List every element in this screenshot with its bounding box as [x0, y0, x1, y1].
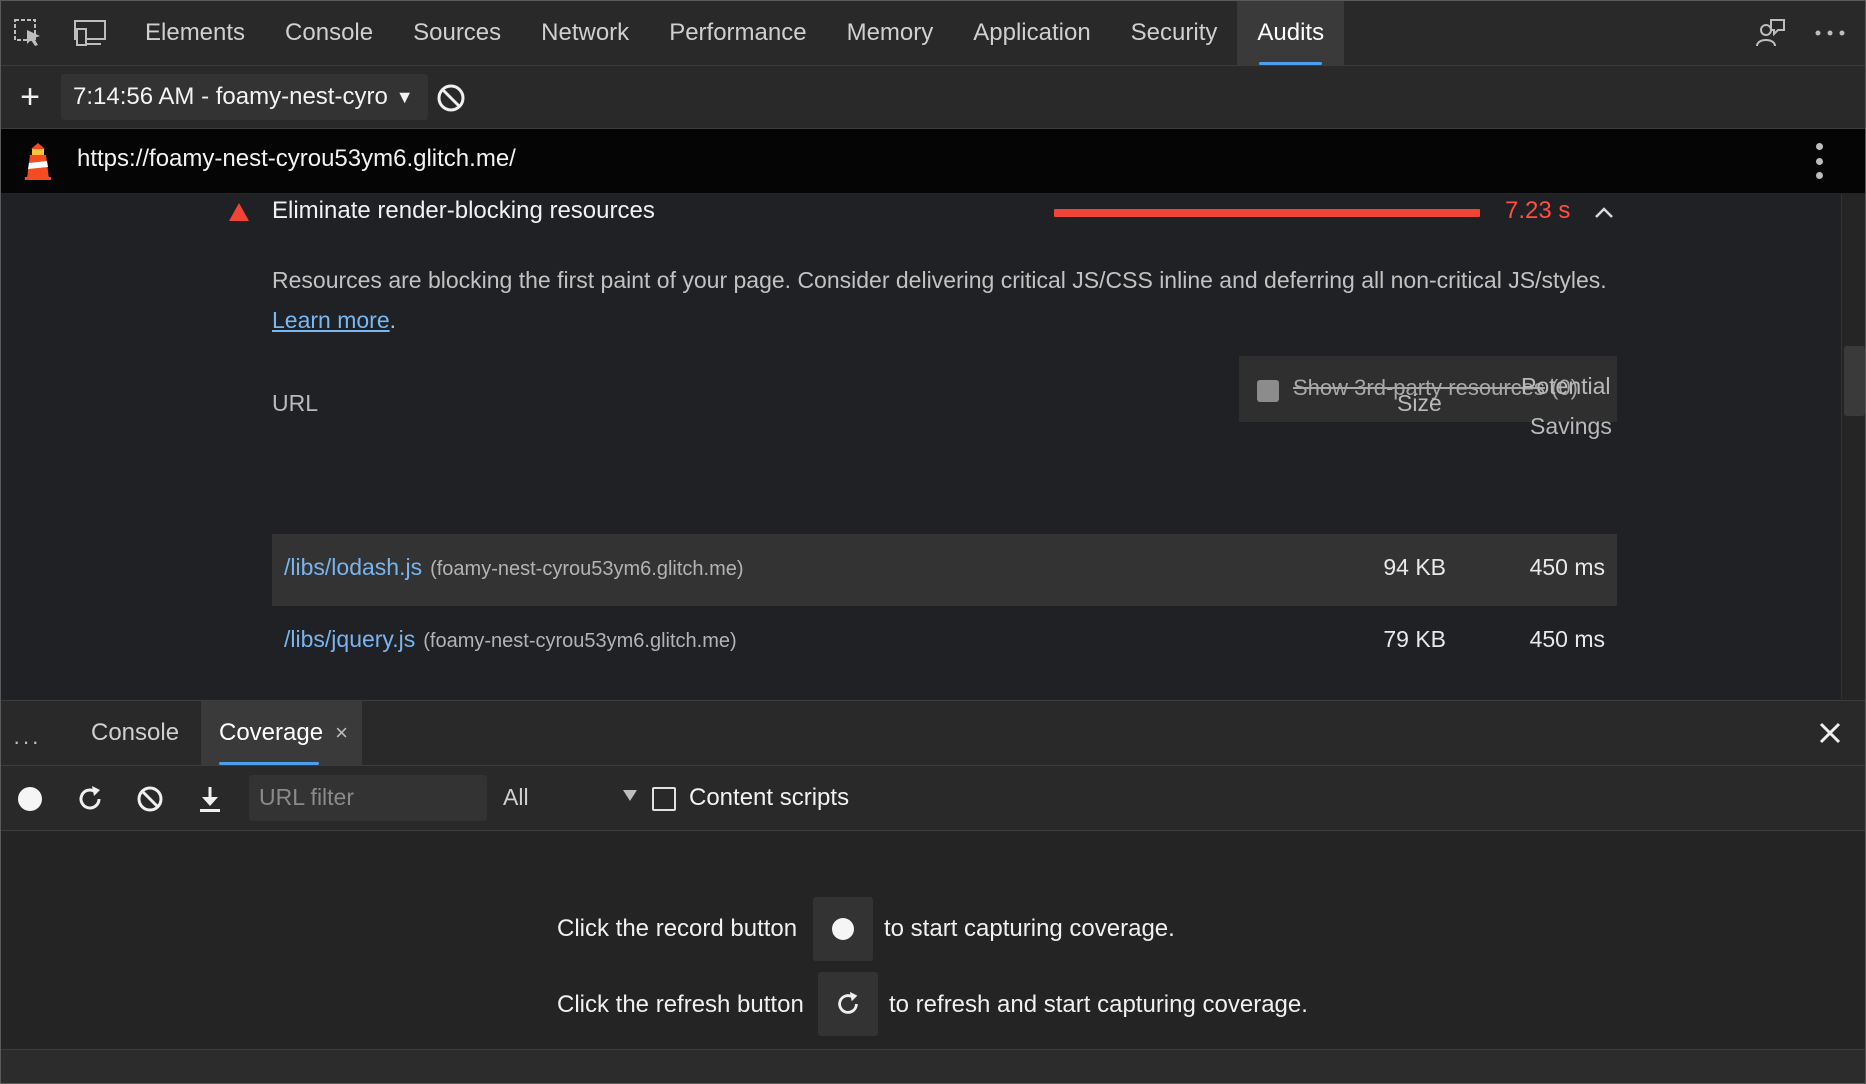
- drawer-tab-coverage[interactable]: Coverage ×: [201, 701, 362, 765]
- main-toolbar: Elements Console Sources Network Perform…: [1, 1, 1865, 66]
- row-url: /libs/jquery.js (foamy-nest-cyrou53ym6.gl…: [284, 626, 737, 653]
- column-header-savings-line2: Savings: [1530, 413, 1612, 439]
- fail-triangle-icon: [229, 203, 249, 221]
- more-options-icon[interactable]: [1811, 15, 1849, 51]
- report-scrollbar[interactable]: [1841, 194, 1865, 699]
- tab-application[interactable]: Application: [953, 1, 1110, 65]
- drawer-tab-coverage-label: Coverage: [219, 719, 324, 746]
- description-end: .: [389, 307, 397, 333]
- column-header-url: URL: [272, 390, 319, 416]
- row-url: /libs/lodash.js (foamy-nest-cyrou53ym6.gl…: [284, 554, 744, 581]
- report-scrollbar-thumb[interactable]: [1844, 346, 1865, 416]
- record-hint-after: to start capturing coverage.: [884, 915, 1175, 942]
- record-icon: [832, 918, 854, 940]
- coverage-status-bar: [1, 1049, 1865, 1083]
- device-toolbar-icon[interactable]: [71, 15, 109, 51]
- audit-header[interactable]: Eliminate render-blocking resources 7.23…: [1, 194, 1841, 230]
- main-tab-strip: Elements Console Sources Network Perform…: [125, 1, 1345, 65]
- drawer-tab-console[interactable]: Console: [73, 701, 197, 765]
- record-hint-button[interactable]: [813, 897, 873, 961]
- description-text: Resources are blocking the first paint o…: [272, 267, 1607, 293]
- tab-performance[interactable]: Performance: [649, 1, 826, 65]
- active-tab-indicator: [219, 762, 319, 765]
- audited-url: https://foamy-nest-cyrou53ym6.glitch.me/: [77, 145, 516, 172]
- column-header-savings-line1: Potential: [1521, 373, 1611, 399]
- content-scripts-label[interactable]: Content scripts: [689, 784, 849, 812]
- refresh-hint-after: to refresh and start capturing coverage.: [889, 991, 1308, 1018]
- resource-size: 94 KB: [1383, 554, 1446, 580]
- inspect-element-icon[interactable]: [9, 15, 47, 51]
- url-filter-input[interactable]: [249, 775, 489, 819]
- drawer-tab-strip: ··· Console Coverage ×: [1, 700, 1865, 766]
- tab-sources[interactable]: Sources: [393, 1, 521, 65]
- new-audit-button[interactable]: +: [15, 78, 45, 116]
- tab-audits[interactable]: Audits: [1237, 1, 1345, 65]
- content-scripts-checkbox[interactable]: [652, 787, 676, 811]
- column-header-size: Size: [1397, 390, 1442, 416]
- table-row: /libs/lodash.js (foamy-nest-cyrou53ym6.gl…: [272, 534, 1617, 606]
- refresh-hint-button[interactable]: [818, 972, 878, 1036]
- drawer-more-tabs-icon[interactable]: ···: [13, 729, 41, 755]
- coverage-type-value: All: [503, 784, 529, 810]
- coverage-type-select[interactable]: All: [501, 780, 637, 816]
- savings-bar: [1054, 209, 1480, 217]
- audits-toolbar: + 7:14:56 AM - foamy-nest-cyro ▼: [1, 66, 1865, 129]
- drawer-tab-console-label: Console: [91, 719, 180, 746]
- lighthouse-logo-icon: [25, 143, 51, 180]
- resource-host: (foamy-nest-cyrou53ym6.glitch.me): [430, 558, 744, 580]
- refresh-hint-before: Click the refresh button: [557, 991, 804, 1018]
- close-tab-icon[interactable]: ×: [335, 720, 348, 746]
- tab-security[interactable]: Security: [1111, 1, 1238, 65]
- tab-memory[interactable]: Memory: [827, 1, 954, 65]
- savings-value: 7.23 s: [1505, 197, 1571, 224]
- record-icon[interactable]: [13, 782, 47, 816]
- resource-savings: 450 ms: [1529, 554, 1605, 580]
- audit-description: Resources are blocking the first paint o…: [272, 260, 1612, 340]
- resource-size: 79 KB: [1383, 626, 1446, 652]
- close-drawer-icon[interactable]: [1817, 720, 1843, 746]
- chevron-up-icon[interactable]: [1593, 202, 1615, 224]
- report-select-label: 7:14:56 AM - foamy-nest-cyro: [73, 83, 388, 110]
- tab-network[interactable]: Network: [521, 1, 649, 65]
- export-icon[interactable]: [193, 782, 227, 816]
- coverage-empty-state: Click the record button to start capturi…: [1, 831, 1865, 1049]
- audit-url-bar: https://foamy-nest-cyrou53ym6.glitch.me/: [1, 129, 1865, 193]
- third-party-checkbox[interactable]: [1257, 380, 1279, 402]
- coverage-toolbar: All Content scripts: [1, 766, 1865, 831]
- resource-savings: 450 ms: [1529, 626, 1605, 652]
- report-menu-icon[interactable]: [1809, 143, 1829, 179]
- reload-icon[interactable]: [73, 782, 107, 816]
- dropdown-arrow-icon: [623, 790, 637, 801]
- feedback-icon[interactable]: [1751, 15, 1789, 51]
- url-filter[interactable]: [249, 775, 489, 821]
- tab-elements[interactable]: Elements: [125, 1, 265, 65]
- devtools-window: Elements Console Sources Network Perform…: [0, 0, 1866, 1084]
- table-row: /libs/jquery.js (foamy-nest-cyrou53ym6.gl…: [272, 606, 1617, 678]
- clear-icon[interactable]: [133, 782, 167, 816]
- record-hint-before: Click the record button: [557, 915, 798, 942]
- tab-console[interactable]: Console: [265, 1, 393, 65]
- learn-more-link[interactable]: Learn more: [272, 307, 390, 333]
- audit-title: Eliminate render-blocking resources: [272, 197, 655, 224]
- audit-report: Eliminate render-blocking resources 7.23…: [1, 194, 1841, 699]
- resource-host: (foamy-nest-cyrou53ym6.glitch.me): [423, 630, 737, 652]
- resource-link[interactable]: /libs/lodash.js: [284, 554, 422, 580]
- clear-all-icon[interactable]: [435, 82, 467, 114]
- report-select[interactable]: 7:14:56 AM - foamy-nest-cyro ▼: [61, 74, 428, 120]
- dropdown-caret-icon: ▼: [395, 86, 414, 107]
- reload-icon: [838, 991, 858, 1014]
- resource-link[interactable]: /libs/jquery.js: [284, 626, 415, 652]
